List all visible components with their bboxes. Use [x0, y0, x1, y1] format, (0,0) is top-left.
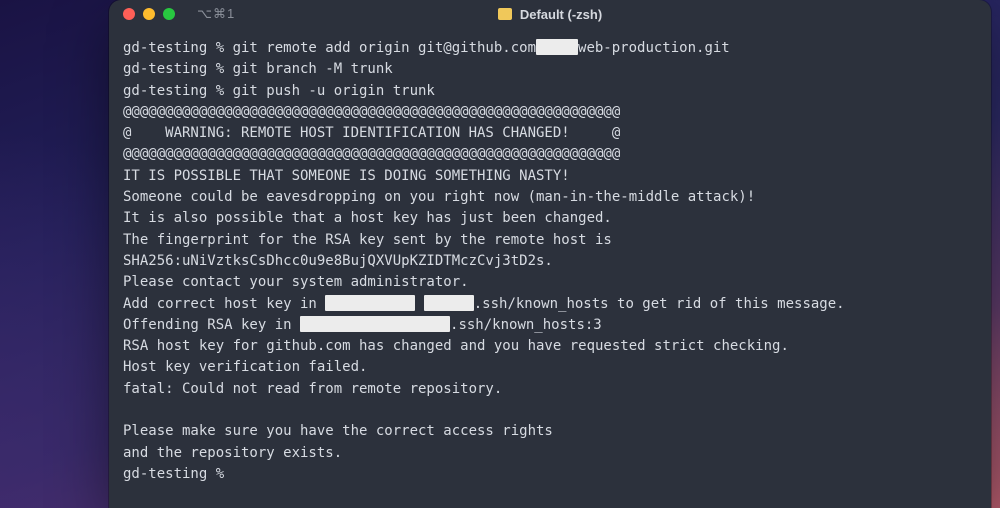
output-line: It is also possible that a host key has …	[123, 208, 977, 229]
command-line: gd-testing % git push -u origin trunk	[123, 81, 977, 102]
output-line: SHA256:uNiVztksCsDhcc0u9e8BujQXVUpKZIDTM…	[123, 251, 977, 272]
output-line: Add correct host key in .ssh/known_hosts…	[123, 294, 977, 315]
text-segment	[415, 296, 423, 312]
window-titlebar[interactable]: ⌥⌘1 Default (-zsh)	[109, 0, 991, 28]
text-segment: Someone could be eavesdropping on you ri…	[123, 189, 755, 205]
window-title-text: Default (-zsh)	[520, 7, 602, 22]
output-line: Please make sure you have the correct ac…	[123, 421, 977, 442]
text-segment: gd-testing % git push -u origin trunk	[123, 83, 435, 99]
minimize-button[interactable]	[143, 8, 155, 20]
zoom-button[interactable]	[163, 8, 175, 20]
output-line: Someone could be eavesdropping on you ri…	[123, 187, 977, 208]
window-controls	[109, 8, 175, 20]
prompt-line: gd-testing %	[123, 464, 977, 485]
redacted-segment	[536, 39, 578, 55]
text-segment: gd-testing % git branch -M trunk	[123, 61, 393, 77]
text-segment: .ssh/known_hosts:3	[450, 317, 602, 333]
desktop-background: ⌥⌘1 Default (-zsh) gd-testing % git remo…	[0, 0, 1000, 508]
close-button[interactable]	[123, 8, 135, 20]
text-segment: .ssh/known_hosts to get rid of this mess…	[474, 296, 845, 312]
text-segment: @@@@@@@@@@@@@@@@@@@@@@@@@@@@@@@@@@@@@@@@…	[123, 104, 620, 120]
output-line: IT IS POSSIBLE THAT SOMEONE IS DOING SOM…	[123, 166, 977, 187]
text-segment: Please make sure you have the correct ac…	[123, 423, 553, 439]
text-segment: web-production.git	[578, 40, 730, 56]
output-line: Offending RSA key in .ssh/known_hosts:3	[123, 315, 977, 336]
folder-icon	[498, 8, 512, 20]
tab-shortcut-indicator: ⌥⌘1	[197, 6, 235, 22]
output-line: Host key verification failed.	[123, 357, 977, 378]
text-segment: RSA host key for github.com has changed …	[123, 338, 789, 354]
text-segment: IT IS POSSIBLE THAT SOMEONE IS DOING SOM…	[123, 168, 570, 184]
text-segment: Offending RSA key in	[123, 317, 300, 333]
text-segment: Add correct host key in	[123, 296, 325, 312]
text-segment: gd-testing %	[123, 466, 233, 482]
text-segment: Host key verification failed.	[123, 359, 367, 375]
output-line: Please contact your system administrator…	[123, 272, 977, 293]
redacted-segment	[424, 295, 474, 311]
text-segment: Please contact your system administrator…	[123, 274, 469, 290]
text-segment: SHA256:uNiVztksCsDhcc0u9e8BujQXVUpKZIDTM…	[123, 253, 553, 269]
redacted-segment	[325, 295, 415, 311]
output-line: The fingerprint for the RSA key sent by …	[123, 230, 977, 251]
command-line: gd-testing % git remote add origin git@g…	[123, 38, 977, 59]
output-line: fatal: Could not read from remote reposi…	[123, 379, 977, 400]
text-segment: @@@@@@@@@@@@@@@@@@@@@@@@@@@@@@@@@@@@@@@@…	[123, 146, 620, 162]
text-segment: It is also possible that a host key has …	[123, 210, 612, 226]
window-title: Default (-zsh)	[109, 0, 991, 28]
text-segment: and the repository exists.	[123, 445, 342, 461]
redacted-segment	[300, 316, 450, 332]
output-line: @@@@@@@@@@@@@@@@@@@@@@@@@@@@@@@@@@@@@@@@…	[123, 102, 977, 123]
output-line: RSA host key for github.com has changed …	[123, 336, 977, 357]
command-line: gd-testing % git branch -M trunk	[123, 59, 977, 80]
terminal-output[interactable]: gd-testing % git remote add origin git@g…	[109, 28, 991, 499]
text-segment: gd-testing % git remote add origin git@g…	[123, 40, 536, 56]
text-segment: The fingerprint for the RSA key sent by …	[123, 232, 612, 248]
output-line: @ WARNING: REMOTE HOST IDENTIFICATION HA…	[123, 123, 977, 144]
terminal-window: ⌥⌘1 Default (-zsh) gd-testing % git remo…	[109, 0, 991, 508]
text-segment: fatal: Could not read from remote reposi…	[123, 381, 502, 397]
blank-line	[123, 400, 977, 421]
output-line: @@@@@@@@@@@@@@@@@@@@@@@@@@@@@@@@@@@@@@@@…	[123, 144, 977, 165]
text-segment: @ WARNING: REMOTE HOST IDENTIFICATION HA…	[123, 125, 620, 141]
output-line: and the repository exists.	[123, 443, 977, 464]
